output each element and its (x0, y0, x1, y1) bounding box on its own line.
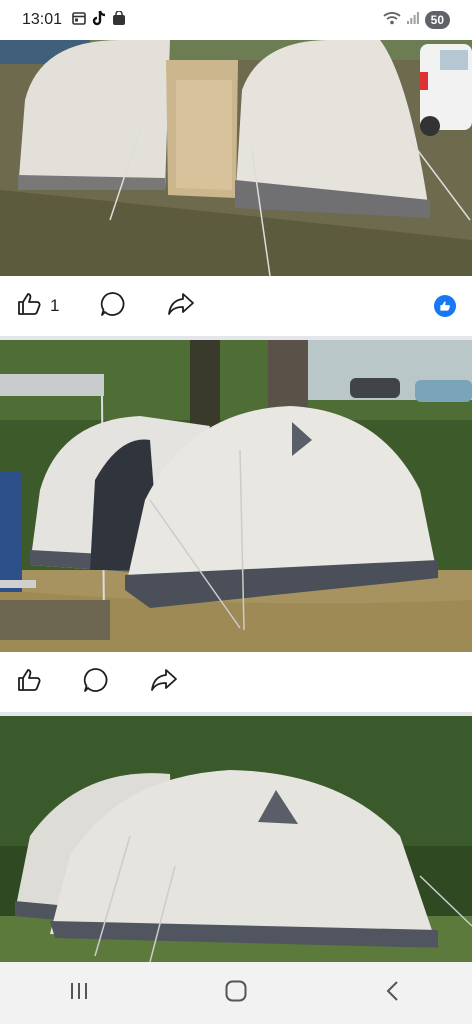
like-reaction-icon (434, 295, 456, 317)
share-icon (150, 667, 178, 698)
battery-indicator: 50 (424, 11, 450, 29)
home-icon (224, 979, 248, 1008)
status-bar: 13:01 50 (0, 0, 472, 40)
tiktok-icon (92, 10, 106, 31)
post-actions-2 (0, 652, 472, 712)
like-icon (16, 291, 42, 322)
like-button[interactable]: 1 (16, 291, 59, 322)
home-button[interactable] (206, 973, 266, 1013)
comment-icon (99, 290, 127, 323)
comment-icon (82, 666, 110, 699)
system-nav-bar (0, 962, 472, 1024)
post-actions-1: 1 (0, 276, 472, 336)
status-time: 13:01 (22, 11, 63, 28)
share-button[interactable] (150, 667, 178, 698)
wifi-icon (383, 11, 401, 30)
recent-apps-icon (68, 981, 90, 1006)
back-icon (385, 980, 401, 1007)
recent-apps-button[interactable] (49, 973, 109, 1013)
like-icon (16, 667, 42, 698)
post-image-2[interactable] (0, 340, 472, 652)
like-button[interactable] (16, 667, 42, 698)
share-button[interactable] (167, 291, 195, 322)
signal-icon (406, 11, 419, 29)
comment-button[interactable] (99, 290, 127, 323)
comment-button[interactable] (82, 666, 110, 699)
post-image-3[interactable] (0, 716, 472, 962)
back-button[interactable] (363, 973, 423, 1013)
shopping-bag-icon (112, 9, 126, 30)
calendar-icon (72, 11, 86, 30)
like-count: 1 (50, 296, 60, 315)
share-icon (167, 291, 195, 322)
post-image-1[interactable] (0, 40, 472, 276)
